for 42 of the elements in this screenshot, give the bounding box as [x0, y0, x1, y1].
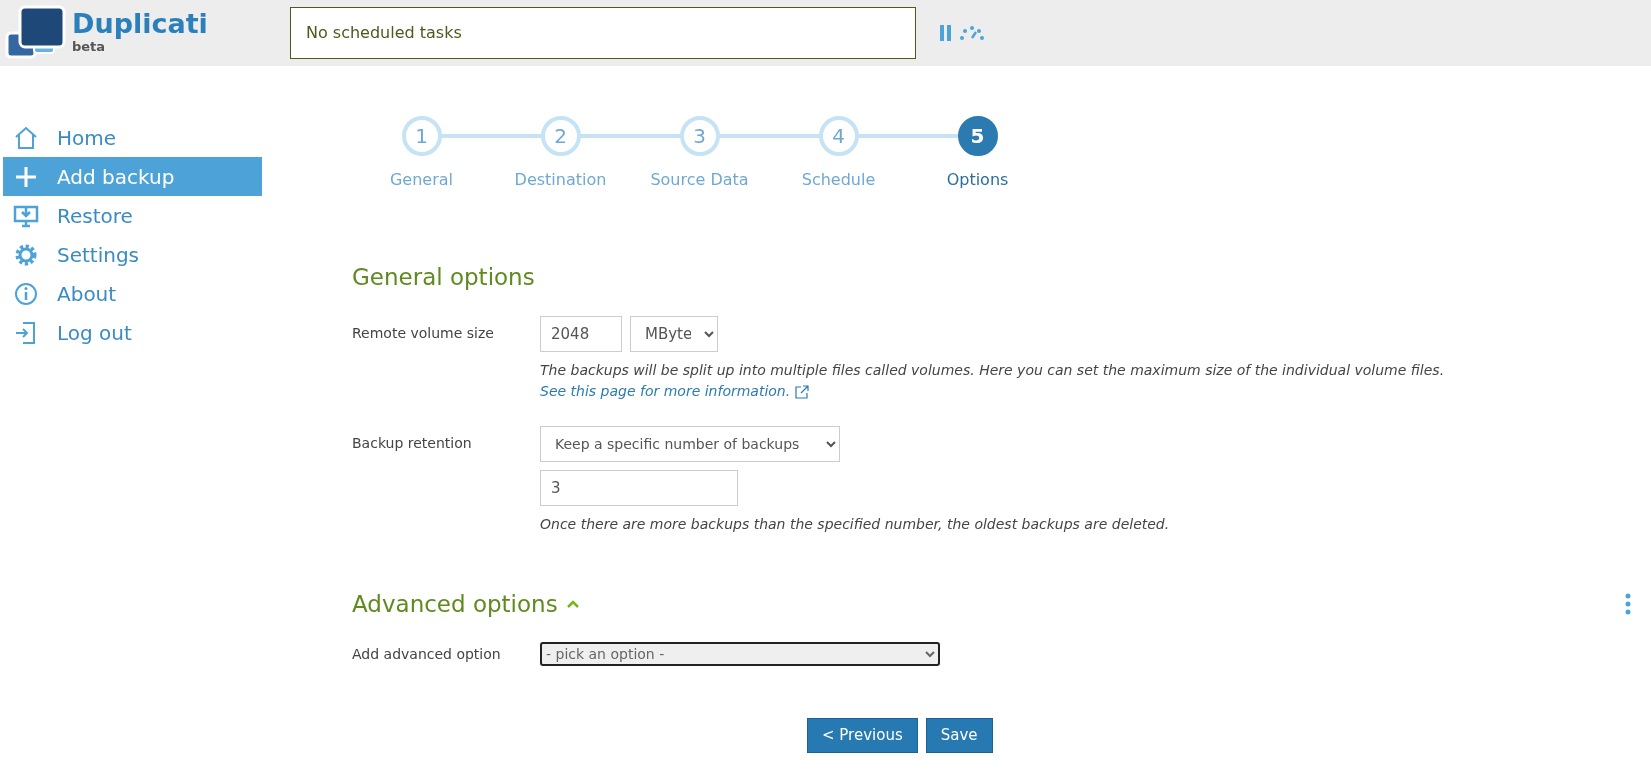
step-label: Destination	[514, 169, 607, 191]
unit-select[interactable]: MByte	[630, 315, 718, 352]
step-circle[interactable]: 3	[679, 116, 720, 156]
input-field[interactable]: 2048	[540, 315, 622, 352]
step-circle[interactable]: 4	[818, 116, 859, 156]
help-text: The backups will be split up into multiple files called volumes. Here you can set the maximum size of the individual volume files. See this page for more information.	[540, 360, 1446, 401]
info-icon	[13, 280, 39, 307]
help-text: Once there are more backups than the specified number, the oldest backups are deleted.	[540, 514, 1171, 534]
status-message: No scheduled tasks	[290, 7, 916, 59]
pause-icon[interactable]	[940, 25, 951, 41]
chevron-icon[interactable]	[565, 599, 580, 610]
step-label: Schedule	[801, 169, 876, 191]
nav-button[interactable]: Save	[925, 718, 993, 753]
step-circle[interactable]: 1	[401, 116, 442, 156]
home-icon	[13, 124, 39, 151]
speed-gauge-icon[interactable]	[959, 26, 985, 40]
sidebar-item[interactable]: Restore	[3, 196, 262, 235]
more-info-link[interactable]: See this page for more information.	[540, 382, 791, 399]
retention-select[interactable]: Keep a specific number of backups	[540, 425, 840, 462]
sidebar-item[interactable]: Log out	[3, 313, 262, 352]
sidebar-item[interactable]: Settings	[3, 235, 262, 274]
step-label: General	[389, 169, 454, 191]
option-select[interactable]: - pick an option -	[540, 642, 940, 667]
app-subtitle: beta	[72, 38, 106, 56]
more-icon[interactable]	[1625, 593, 1631, 616]
sidebar-item[interactable]: Home	[3, 118, 262, 157]
input-field[interactable]: 3	[540, 469, 738, 506]
app-title: Duplicati	[72, 9, 208, 37]
step-circle[interactable]: 2	[540, 116, 581, 156]
sidebar-item[interactable]: About	[3, 274, 262, 313]
field-label: Remote volume size	[352, 324, 495, 344]
field-label: Add advanced option	[352, 644, 502, 664]
sidebar-item[interactable]: Add backup	[3, 157, 262, 196]
logo-icon	[4, 5, 66, 61]
field-label: Backup retention	[352, 434, 473, 454]
section-heading: Advanced options	[352, 590, 558, 619]
external-link-icon	[794, 384, 809, 399]
step-label: Options	[946, 169, 1009, 191]
step-circle[interactable]: 5	[957, 116, 998, 156]
section-heading: General options	[352, 263, 536, 292]
nav-button[interactable]: < Previous	[807, 718, 918, 753]
step-label: Source Data	[650, 169, 749, 191]
